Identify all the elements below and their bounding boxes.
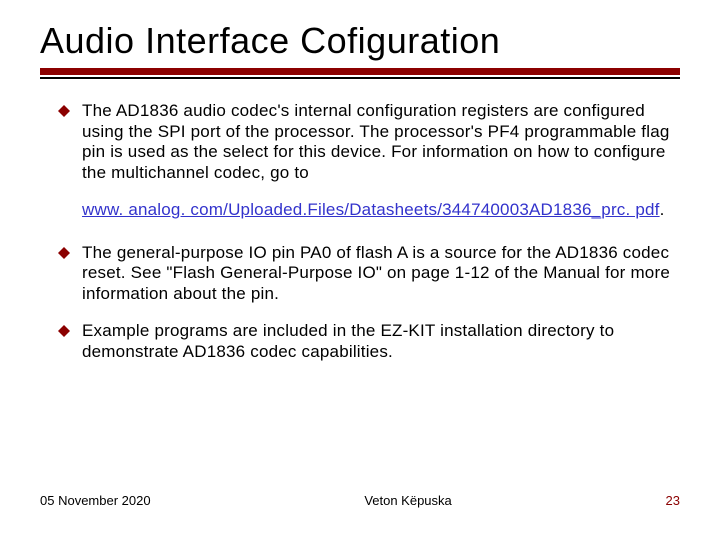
title-rule [40, 68, 680, 79]
link-row: www. analog. com/Uploaded.Files/Datashee… [82, 200, 676, 221]
bullet-text: The general-purpose IO pin PA0 of flash … [82, 243, 676, 305]
diamond-bullet-icon [58, 247, 70, 259]
link-period: . [660, 200, 665, 219]
bullet-item: The general-purpose IO pin PA0 of flash … [58, 243, 676, 305]
diamond-bullet-icon [58, 325, 70, 337]
bullet-item: Example programs are included in the EZ-… [58, 321, 676, 362]
slide: Audio Interface Cofiguration The AD1836 … [0, 0, 720, 540]
diamond-bullet-icon [58, 105, 70, 117]
slide-title: Audio Interface Cofiguration [40, 20, 680, 62]
rule-thin [40, 77, 680, 79]
footer-page-number: 23 [666, 493, 680, 508]
bullet-text: Example programs are included in the EZ-… [82, 321, 676, 362]
slide-footer: 05 November 2020 Veton Këpuska 23 [40, 493, 680, 508]
footer-date: 05 November 2020 [40, 493, 151, 508]
bullet-text: The AD1836 audio codec's internal config… [82, 101, 676, 184]
datasheet-link[interactable]: www. analog. com/Uploaded.Files/Datashee… [82, 200, 660, 219]
footer-author: Veton Këpuska [364, 493, 451, 508]
bullet-item: The AD1836 audio codec's internal config… [58, 101, 676, 184]
content-area: The AD1836 audio codec's internal config… [40, 101, 680, 362]
rule-thick [40, 68, 680, 75]
